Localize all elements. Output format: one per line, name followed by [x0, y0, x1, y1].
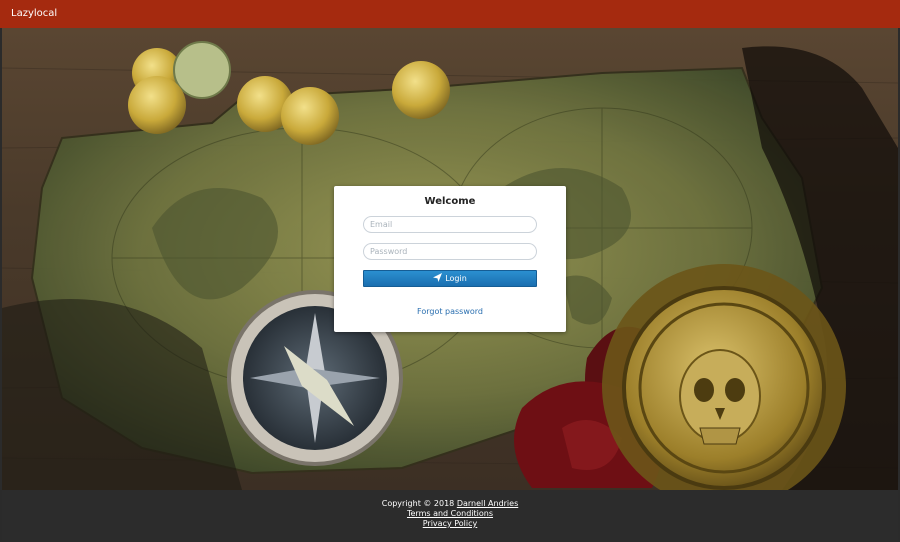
author-link[interactable]: Darnell Andries [457, 499, 518, 508]
login-button[interactable]: Login [363, 270, 537, 287]
paper-plane-icon [433, 273, 443, 282]
top-bar: Lazylocal [0, 0, 900, 28]
brand-title[interactable]: Lazylocal [11, 8, 57, 19]
password-input[interactable] [363, 243, 537, 260]
terms-link[interactable]: Terms and Conditions [407, 509, 493, 518]
login-card: Welcome Login Forgot password [334, 186, 566, 332]
privacy-link[interactable]: Privacy Policy [423, 519, 478, 528]
footer: Copyright © 2018 Darnell Andries Terms a… [2, 490, 898, 540]
forgot-password-link[interactable]: Forgot password [334, 307, 566, 316]
copyright-text: Copyright © 2018 [381, 499, 455, 508]
email-input[interactable] [363, 216, 537, 233]
login-title: Welcome [424, 196, 476, 207]
login-button-label: Login [445, 274, 467, 283]
